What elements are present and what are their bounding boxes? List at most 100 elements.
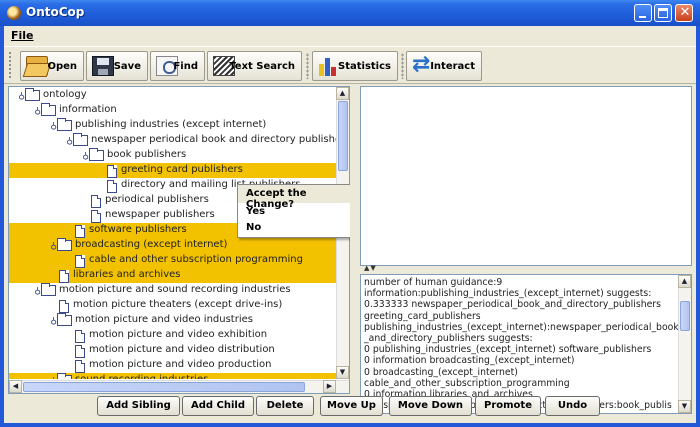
maximize-button[interactable] <box>654 4 672 22</box>
tree-node-label: motion picture and video production <box>89 359 272 370</box>
popup-yes-item[interactable]: Yes <box>238 204 354 220</box>
tree-node[interactable]: cable and other subscription programming <box>9 253 337 268</box>
expand-handle-icon[interactable]: ⚲ <box>15 89 25 101</box>
toolbar: Open Save Find Text Search Statistics ⇄ … <box>4 46 696 84</box>
folder-icon <box>73 133 88 146</box>
tree-node-label: software publishers <box>89 224 187 235</box>
tree-node[interactable]: ⚲ information <box>9 103 337 118</box>
tree-node-label: publishing industries (except internet) <box>75 119 267 130</box>
document-icon <box>107 165 117 178</box>
open-label: Open <box>47 61 77 72</box>
log-text[interactable]: number of human guidance:9 information:pu… <box>364 277 679 411</box>
interact-label: Interact <box>430 61 475 72</box>
document-icon <box>75 360 85 373</box>
tree-node[interactable]: motion picture and video exhibition <box>9 328 337 343</box>
add-sibling-button[interactable]: Add Sibling <box>97 396 180 416</box>
scroll-right-arrow-icon[interactable]: ▶ <box>323 380 336 393</box>
tree-node[interactable]: ⚲ broadcasting (except internet) <box>9 238 337 253</box>
folder-icon <box>25 88 40 101</box>
toolbar-grip[interactable] <box>8 51 12 79</box>
expand-handle-icon[interactable]: ⚲ <box>47 314 57 326</box>
folder-icon <box>57 373 72 379</box>
document-icon <box>59 270 69 283</box>
tree-node[interactable]: libraries and archives <box>9 268 337 283</box>
log-line: greeting_card_publishers <box>364 310 481 322</box>
tree-node-label: libraries and archives <box>73 269 181 280</box>
folder-icon <box>57 313 72 326</box>
folder-icon <box>57 238 72 251</box>
folder-icon <box>89 148 104 161</box>
minimize-button[interactable] <box>634 4 652 22</box>
log-line: information:publishing_industries_(excep… <box>364 288 652 300</box>
tree-node[interactable]: motion picture theaters (except drive-in… <box>9 298 337 313</box>
expand-handle-icon[interactable]: ⚲ <box>63 134 73 146</box>
expand-handle-icon[interactable]: ⚲ <box>79 149 89 161</box>
title-bar[interactable]: OntoCop ✕ <box>0 0 700 26</box>
close-icon: ✕ <box>679 5 691 20</box>
app-icon <box>7 6 21 20</box>
tree-node[interactable]: greeting card publishers <box>9 163 337 178</box>
document-icon <box>75 225 85 238</box>
splitter-arrows-icon[interactable]: ▲▼ <box>364 264 377 272</box>
menu-file[interactable]: File <box>11 29 34 42</box>
save-label: Save <box>113 61 141 72</box>
tree-horizontal-scrollbar[interactable]: ◀ ▶ <box>9 380 349 393</box>
popup-no-item[interactable]: No <box>238 220 354 236</box>
statistics-button[interactable]: Statistics <box>312 51 398 81</box>
tree-node[interactable]: motion picture and video distribution <box>9 343 337 358</box>
expand-handle-icon[interactable]: ⚲ <box>47 239 57 251</box>
save-button[interactable]: Save <box>86 51 148 81</box>
statistics-label: Statistics <box>338 61 391 72</box>
log-vscroll-thumb[interactable] <box>680 301 690 331</box>
floppy-disk-icon <box>92 56 114 76</box>
find-label: Find <box>173 61 198 72</box>
tree-node[interactable]: motion picture and video production <box>9 358 337 373</box>
tree-node[interactable]: ⚲ ontology <box>9 88 337 103</box>
tree-node[interactable]: ⚲ motion picture and sound recording indu… <box>9 283 337 298</box>
vertical-splitter[interactable] <box>350 86 360 416</box>
tree-node-label: book publishers <box>107 149 187 160</box>
scroll-down-arrow-icon[interactable]: ▼ <box>678 400 691 413</box>
bar-chart-icon <box>318 56 340 76</box>
promote-button[interactable]: Promote <box>475 396 541 416</box>
tree-node-label: motion picture and sound recording indus… <box>59 284 291 295</box>
expand-handle-icon[interactable]: ⚲ <box>47 119 57 131</box>
popup-title: Accept the Change? <box>238 185 354 210</box>
log-line: cable_and_other_subscription_programming <box>364 377 570 389</box>
tree-node[interactable]: ⚲ motion picture and video industries <box>9 313 337 328</box>
undo-button[interactable]: Undo <box>545 396 600 416</box>
expand-handle-icon[interactable]: ⚲ <box>47 374 57 379</box>
document-icon <box>91 210 101 223</box>
move-up-button[interactable]: Move Up <box>320 396 383 416</box>
app-window: OntoCop ✕ File Open Save Find Text Searc… <box>0 0 700 427</box>
document-icon <box>91 195 101 208</box>
scroll-up-arrow-icon[interactable]: ▲ <box>336 87 349 100</box>
document-icon <box>59 300 69 313</box>
folder-icon <box>41 283 56 296</box>
open-button[interactable]: Open <box>20 51 84 81</box>
tree-vscroll-thumb[interactable] <box>338 101 348 171</box>
tree-hscroll-thumb[interactable] <box>23 382 305 392</box>
move-down-button[interactable]: Move Down <box>389 396 472 416</box>
scroll-left-arrow-icon[interactable]: ◀ <box>9 380 22 393</box>
scroll-down-arrow-icon[interactable]: ▼ <box>336 366 349 379</box>
log-vertical-scrollbar[interactable]: ▲ ▼ <box>678 275 691 413</box>
expand-handle-icon[interactable]: ⚲ <box>31 104 41 116</box>
scroll-up-arrow-icon[interactable]: ▲ <box>678 275 691 288</box>
find-button[interactable]: Find <box>150 51 205 81</box>
tree-node-label: motion picture and video distribution <box>89 344 275 355</box>
ontology-tree-panel: ⚲ ontology ⚲ information ⚲ publishing industr… <box>8 86 350 394</box>
expand-handle-icon[interactable]: ⚲ <box>31 284 41 296</box>
close-button[interactable]: ✕ <box>675 4 693 22</box>
tree-node[interactable]: ⚲ newspaper periodical book and directory… <box>9 133 337 148</box>
tree-node[interactable]: ⚲ book publishers <box>9 148 337 163</box>
delete-button[interactable]: Delete <box>256 396 314 416</box>
menu-bar: File <box>4 26 696 44</box>
tree-node[interactable]: ⚲ sound recording industries <box>9 373 337 379</box>
text-search-button[interactable]: Text Search <box>207 51 302 81</box>
add-child-button[interactable]: Add Child <box>182 396 254 416</box>
tree-node-label: ontology <box>43 89 87 100</box>
tree-node[interactable]: ⚲ publishing industries (except internet) <box>9 118 337 133</box>
interact-button[interactable]: Interact <box>406 51 482 81</box>
horizontal-splitter[interactable]: ▲▼ <box>360 264 692 274</box>
